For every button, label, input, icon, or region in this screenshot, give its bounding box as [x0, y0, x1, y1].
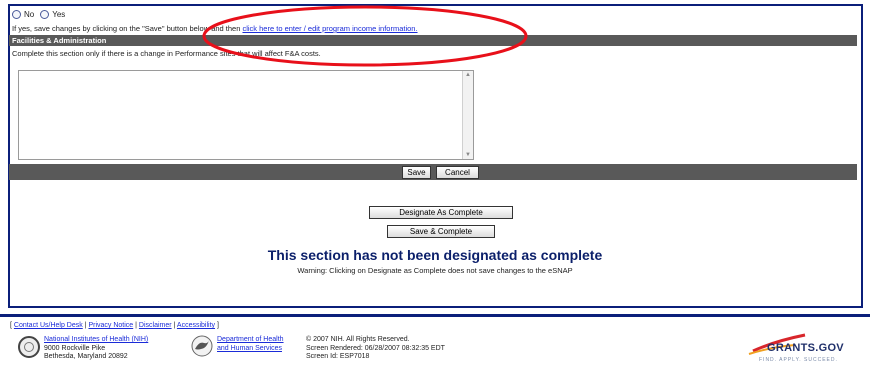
textarea-scrollbar[interactable]: ▲ ▼: [462, 71, 473, 159]
radio-yes[interactable]: [40, 10, 50, 19]
footer-links: [ Contact Us/Help Desk | Privacy Notice …: [10, 322, 219, 329]
radio-no[interactable]: [12, 10, 21, 19]
link-separator: ]: [215, 322, 219, 329]
cancel-button[interactable]: Cancel: [436, 166, 479, 179]
nih-address-line2: Bethesda, Maryland 20892: [44, 353, 128, 360]
grants-tagline: FIND. APPLY. SUCCEED.: [759, 357, 838, 363]
nih-address-line1: 9000 Rockville Pike: [44, 344, 106, 352]
facilities-textarea[interactable]: [18, 70, 474, 160]
footer-link-accessibility[interactable]: Accessibility: [177, 322, 215, 329]
scroll-up-icon[interactable]: ▲: [465, 72, 471, 78]
completion-status-title: This section has not been designated as …: [267, 247, 603, 263]
scroll-down-icon[interactable]: ▼: [465, 152, 471, 158]
completion-warning: Warning: Clicking on Designate as Comple…: [297, 266, 573, 275]
grants-gov-logo: GRANTS.GOV FIND. APPLY. SUCCEED.: [745, 327, 865, 365]
screen-id-text: Screen Id: ESP7018: [306, 353, 370, 360]
save-bar: [9, 164, 857, 180]
nih-link[interactable]: National Institutes of Health (NIH): [44, 336, 148, 345]
save-button[interactable]: Save: [402, 166, 431, 179]
radio-yes-label: Yes: [52, 10, 66, 19]
nih-info: National Institutes of Health (NIH) 9000…: [44, 336, 148, 362]
grants-logo-text: GRANTS.GOV: [767, 342, 844, 354]
designate-complete-button[interactable]: Designate As Complete: [369, 206, 513, 219]
program-income-radio-group: No Yes: [12, 10, 65, 19]
screen-rendered-text: Screen Rendered: 06/28/2007 08:32:35 EDT: [306, 344, 445, 352]
hhs-link-line1[interactable]: Department of Health: [217, 336, 284, 345]
hhs-info: Department of Health and Human Services: [217, 336, 284, 353]
footer-meta: © 2007 NIH. All Rights Reserved. Screen …: [306, 336, 445, 362]
highlight-ellipse: [202, 5, 528, 67]
nih-seal-icon: [18, 336, 40, 358]
footer-link-disclaimer[interactable]: Disclaimer: [139, 322, 172, 329]
hhs-eagle-icon: [191, 335, 213, 357]
copyright-text: © 2007 NIH. All Rights Reserved.: [306, 336, 410, 343]
radio-no-label: No: [24, 10, 35, 19]
footer-divider: [0, 314, 870, 317]
save-complete-button[interactable]: Save & Complete: [387, 225, 495, 238]
hhs-link-line2[interactable]: and Human Services: [217, 345, 284, 354]
footer-link-privacy[interactable]: Privacy Notice: [88, 322, 133, 329]
footer-link-contact[interactable]: Contact Us/Help Desk: [14, 322, 83, 329]
